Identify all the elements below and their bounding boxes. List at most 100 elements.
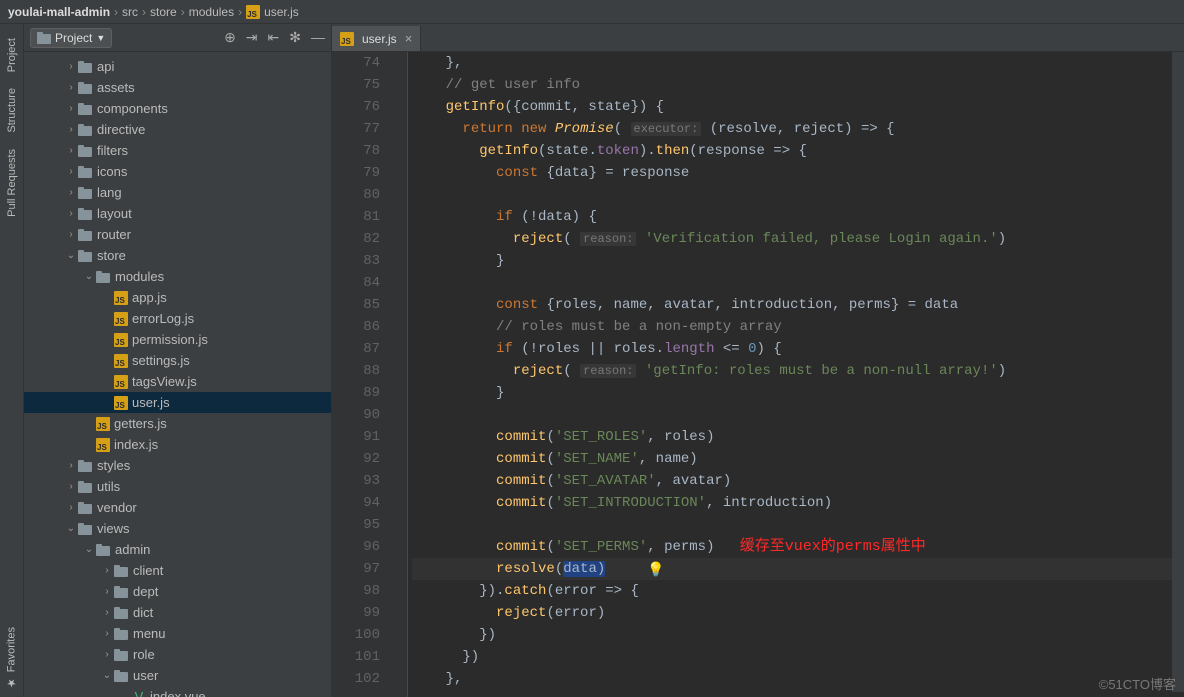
scrollbar-track[interactable] [1172,52,1184,692]
chevron-icon[interactable]: › [64,187,78,198]
tree-item-icons[interactable]: ›icons [24,161,331,182]
crumb-modules[interactable]: modules [189,5,234,19]
tool-tab-structure[interactable]: Structure [4,80,20,141]
chevron-icon[interactable]: › [64,229,78,240]
chevron-icon[interactable]: ⌄ [64,523,78,534]
tree-item-user-js[interactable]: JSuser.js [24,392,331,413]
tree-item-user[interactable]: ⌄ user [24,665,331,686]
chevron-icon[interactable]: ⌄ [100,670,114,681]
tool-tab-pull-requests[interactable]: Pull Requests [4,141,20,225]
tree-item-lang[interactable]: ›lang [24,182,331,203]
tree-item-label: views [97,521,130,536]
chevron-icon[interactable]: › [100,628,114,639]
chevron-icon[interactable]: › [64,145,78,156]
tree-item-directive[interactable]: ›directive [24,119,331,140]
expand-all-icon[interactable]: ⇥ [246,29,258,46]
project-tree[interactable]: ›api›assets›components›directive›filters… [24,52,331,697]
js-icon: JS [114,396,128,410]
close-icon[interactable]: × [405,31,413,46]
chevron-icon[interactable]: › [64,82,78,93]
tree-item-dict[interactable]: ›dict [24,602,331,623]
tree-item-admin[interactable]: ⌄ admin [24,539,331,560]
chevron-icon[interactable]: › [64,166,78,177]
js-icon: JS [246,5,260,19]
tree-item-label: tagsView.js [132,374,197,389]
tree-item-store[interactable]: ⌄store [24,245,331,266]
tree-item-label: router [97,227,131,242]
intention-bulb-icon[interactable]: 💡 [647,560,664,582]
tree-item-menu[interactable]: ›menu [24,623,331,644]
tree-item-settings-js[interactable]: JSsettings.js [24,350,331,371]
folder-icon [78,61,92,73]
tree-item-api[interactable]: ›api [24,56,331,77]
chevron-right-icon: › [181,5,185,19]
chevron-icon[interactable]: › [64,460,78,471]
editor-tab-user-js[interactable]: JS user.js × [332,26,421,51]
tree-item-label: index.vue [150,689,206,697]
tree-item-filters[interactable]: ›filters [24,140,331,161]
chevron-icon[interactable]: ⌄ [64,250,78,261]
tree-item-views[interactable]: ⌄ views [24,518,331,539]
tree-item-router[interactable]: › router [24,224,331,245]
tree-item-label: dept [133,584,158,599]
code-content[interactable]: }, // get user info getInfo({commit, sta… [408,52,1184,697]
project-panel: Project ▼ ⊕ ⇥ ⇤ ✻ — ›api›assets›componen… [24,24,332,697]
chevron-icon[interactable]: › [100,565,114,576]
tree-item-getters-js[interactable]: JSgetters.js [24,413,331,434]
folder-icon [114,586,128,598]
collapse-all-icon[interactable]: ⇤ [268,29,280,46]
project-view-selector[interactable]: Project ▼ [30,28,112,48]
code-editor[interactable]: 7475767778798081828384858687888990919293… [332,52,1184,697]
locate-icon[interactable]: ⊕ [224,29,236,46]
tree-item-dept[interactable]: › dept [24,581,331,602]
editor-panel: JS user.js × 747576777879808182838485868… [332,24,1184,697]
tree-item-label: admin [115,542,150,557]
crumb-root[interactable]: youlai-mall-admin [8,5,110,19]
tree-item-label: modules [115,269,164,284]
tool-tab-favorites[interactable]: ★Favorites [3,619,20,697]
tree-item-index-vue[interactable]: Vindex.vue [24,686,331,697]
tree-item-client[interactable]: ›client [24,560,331,581]
chevron-icon[interactable]: › [64,208,78,219]
tree-item-modules[interactable]: ⌄ modules [24,266,331,287]
chevron-icon[interactable]: › [64,124,78,135]
tree-item-components[interactable]: ›components [24,98,331,119]
tree-item-assets[interactable]: ›assets [24,77,331,98]
js-icon: JS [96,438,110,452]
gear-icon[interactable]: ✻ [289,29,301,46]
tree-item-tagsView-js[interactable]: JStagsView.js [24,371,331,392]
hide-icon[interactable]: — [311,29,325,46]
tree-item-utils[interactable]: › utils [24,476,331,497]
tree-item-label: user [133,668,158,683]
chevron-icon[interactable]: ⌄ [82,544,96,555]
chevron-icon[interactable]: › [100,586,114,597]
tree-item-label: app.js [132,290,167,305]
tree-item-index-js[interactable]: JSindex.js [24,434,331,455]
tree-item-layout[interactable]: ›layout [24,203,331,224]
js-icon: JS [114,354,128,368]
tool-tab-project[interactable]: Project [4,30,20,80]
folder-icon [37,32,51,44]
chevron-icon[interactable]: › [64,502,78,513]
tree-item-styles[interactable]: ›styles [24,455,331,476]
chevron-icon[interactable]: › [100,607,114,618]
chevron-icon[interactable]: › [64,481,78,492]
fold-column[interactable] [394,52,408,697]
tree-item-label: permission.js [132,332,208,347]
chevron-icon[interactable]: › [64,61,78,72]
chevron-icon[interactable]: › [64,103,78,114]
tree-item-label: utils [97,479,120,494]
folder-icon [78,145,92,157]
crumb-store[interactable]: store [150,5,177,19]
tree-item-role[interactable]: ›role [24,644,331,665]
tree-item-app-js[interactable]: JSapp.js [24,287,331,308]
crumb-src[interactable]: src [122,5,138,19]
chevron-icon[interactable]: ⌄ [82,271,96,282]
folder-icon [114,649,128,661]
folder-icon [96,544,110,556]
tree-item-permission-js[interactable]: JSpermission.js [24,329,331,350]
chevron-icon[interactable]: › [100,649,114,660]
crumb-file[interactable]: JSuser.js [246,5,299,19]
tree-item-errorLog-js[interactable]: JSerrorLog.js [24,308,331,329]
tree-item-vendor[interactable]: ›vendor [24,497,331,518]
